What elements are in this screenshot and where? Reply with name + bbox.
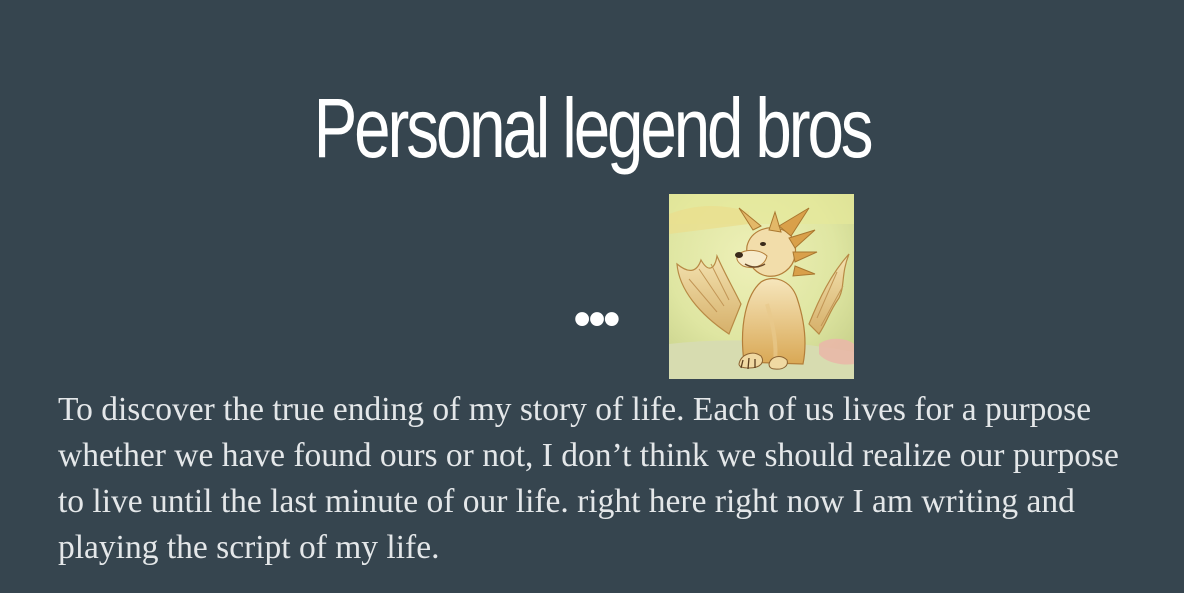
ellipsis-dots: ••• bbox=[573, 293, 620, 346]
winged-doge-dragon-image bbox=[669, 194, 854, 379]
doge-dragon-icon bbox=[669, 194, 854, 379]
slide-body-text: To discover the true ending of my story … bbox=[58, 391, 1119, 566]
slide-title: Personal legend bros bbox=[313, 81, 874, 175]
